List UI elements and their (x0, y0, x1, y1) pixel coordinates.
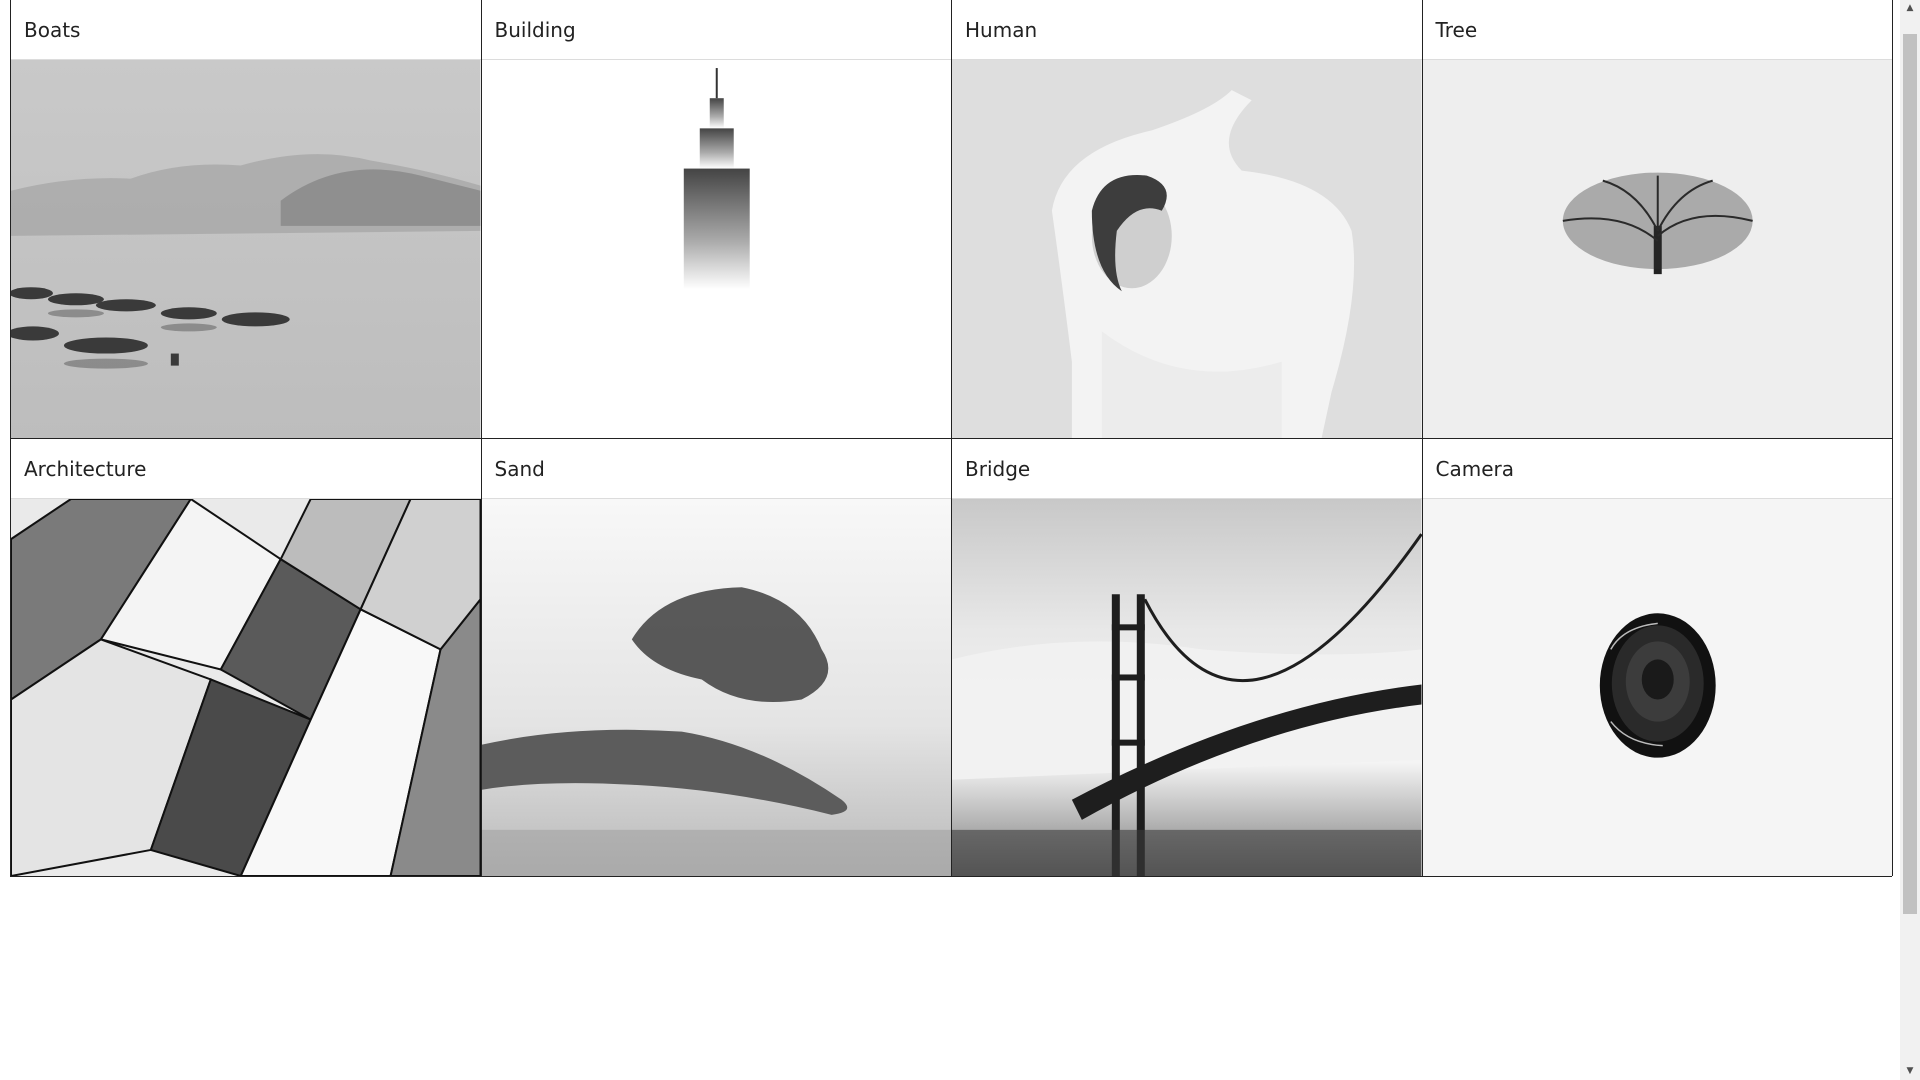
gallery-card-bridge[interactable]: Bridge (952, 438, 1423, 876)
card-title: Human (952, 0, 1422, 60)
photo-gallery: Boats Building Human Tree Architecture S… (10, 0, 1893, 877)
architecture-image[interactable] (11, 499, 481, 876)
gallery-card-human[interactable]: Human (952, 0, 1423, 438)
gallery-card-camera[interactable]: Camera (1422, 438, 1893, 876)
card-title: Camera (1422, 439, 1892, 499)
vertical-scrollbar[interactable]: ▲ ▼ (1900, 0, 1920, 1080)
gallery-card-building[interactable]: Building (481, 0, 952, 438)
camera-image[interactable] (1422, 499, 1892, 876)
scroll-up-icon[interactable]: ▲ (1900, 0, 1920, 17)
human-image[interactable] (952, 60, 1422, 438)
gallery-card-boats[interactable]: Boats (11, 0, 482, 438)
gallery-card-tree[interactable]: Tree (1422, 0, 1893, 438)
card-title: Tree (1422, 0, 1892, 60)
sand-image[interactable] (481, 499, 951, 876)
bridge-image[interactable] (952, 499, 1422, 876)
card-title: Bridge (952, 439, 1422, 499)
card-title: Building (481, 0, 951, 60)
card-title: Boats (11, 0, 481, 60)
tree-image[interactable] (1422, 60, 1892, 438)
gallery-card-architecture[interactable]: Architecture (11, 438, 482, 876)
scrollbar-thumb[interactable] (1903, 34, 1917, 914)
building-image[interactable] (481, 60, 951, 438)
card-title: Architecture (11, 439, 481, 499)
scroll-down-icon[interactable]: ▼ (1900, 1063, 1920, 1080)
card-title: Sand (481, 439, 951, 499)
gallery-card-sand[interactable]: Sand (481, 438, 952, 876)
boats-image[interactable] (11, 60, 481, 438)
